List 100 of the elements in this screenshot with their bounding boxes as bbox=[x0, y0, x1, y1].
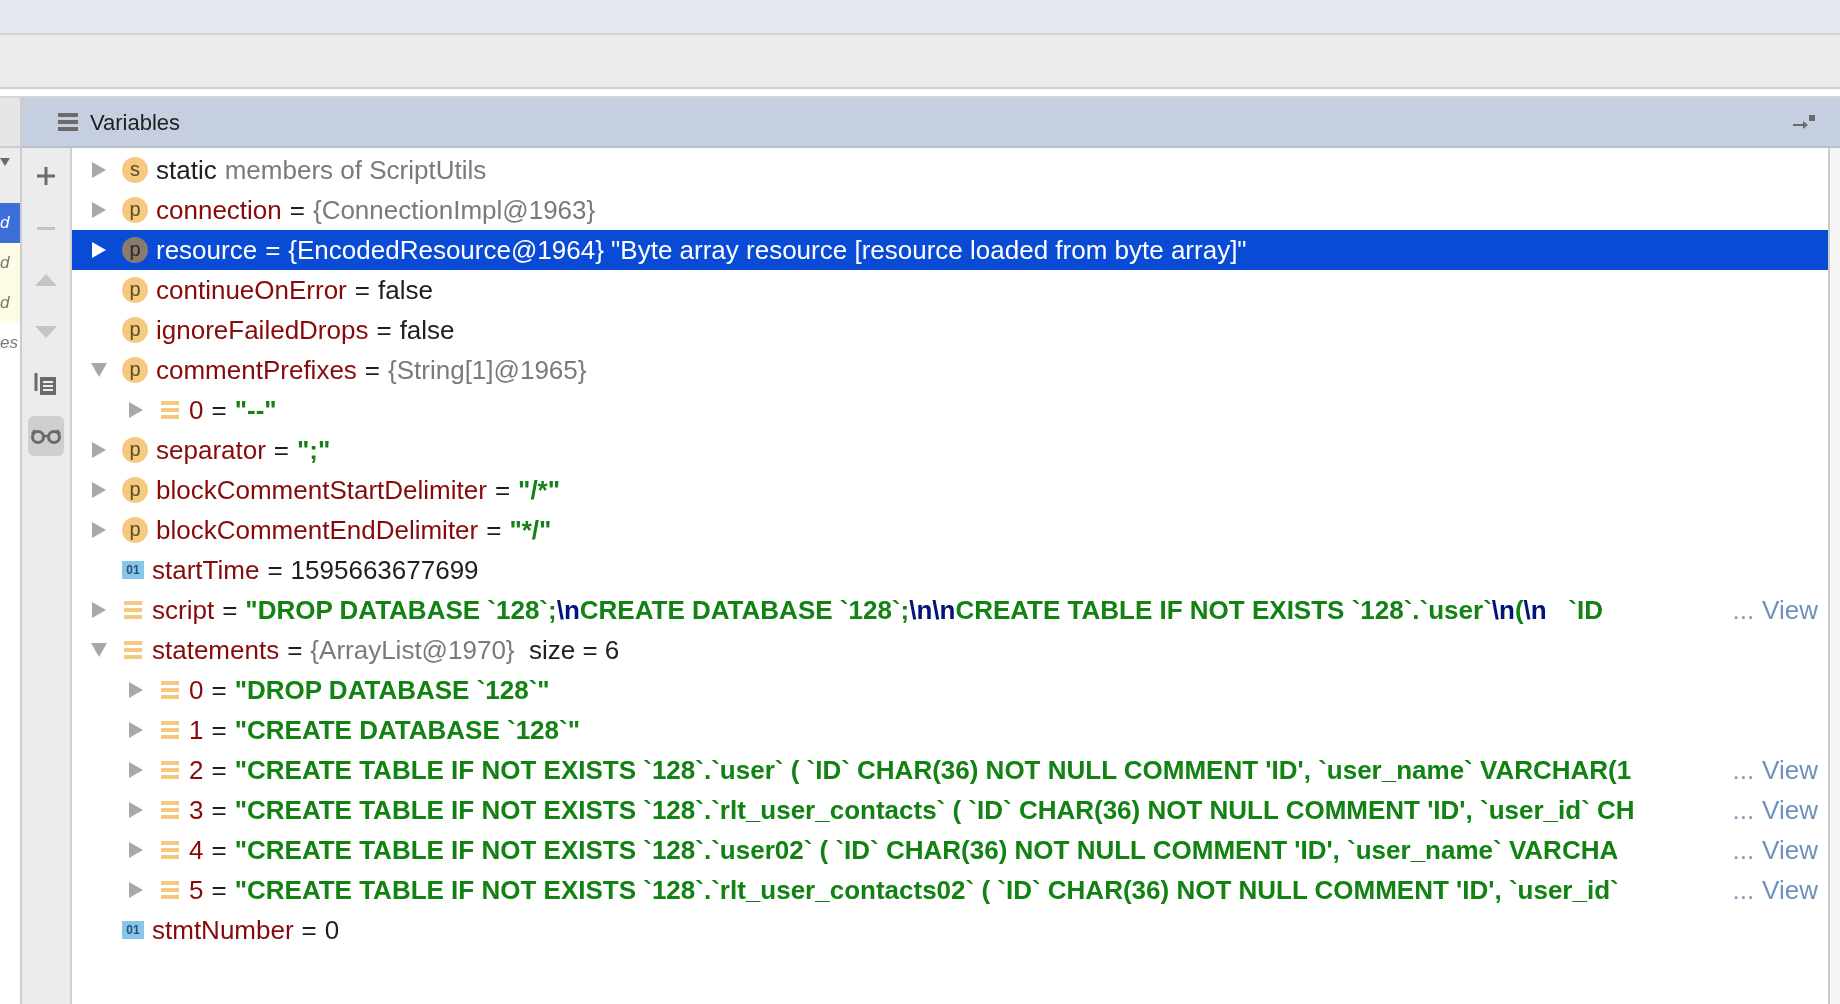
array-icon bbox=[159, 759, 181, 781]
field-icon: p bbox=[122, 237, 148, 263]
variable-row[interactable]: 1 = "CREATE DATABASE `128`" bbox=[72, 710, 1828, 750]
variable-name: blockCommentStartDelimiter bbox=[156, 473, 487, 507]
equals-sign: = bbox=[301, 913, 317, 947]
ellipsis: ... bbox=[1732, 833, 1755, 867]
equals-sign: = bbox=[211, 713, 227, 747]
collapse-arrow-icon[interactable] bbox=[90, 362, 108, 378]
variable-row[interactable]: p separator = ";" bbox=[72, 430, 1828, 470]
equals-sign: = bbox=[211, 873, 227, 907]
array-icon bbox=[159, 719, 181, 741]
expand-arrow-icon[interactable] bbox=[90, 241, 108, 259]
variable-value: false bbox=[377, 273, 433, 307]
glasses-icon bbox=[30, 428, 62, 444]
variable-value: "CREATE TABLE IF NOT EXISTS `128`.`user` ( `ID` CHAR(36) NOT NULL COMMENT 'ID', `user_name` VARCHAR(1 bbox=[234, 753, 1632, 787]
primitive-icon: 01 bbox=[122, 921, 144, 939]
field-icon: p bbox=[122, 357, 148, 383]
equals-sign: = bbox=[265, 233, 281, 267]
list-item[interactable]: d bbox=[0, 203, 20, 243]
ellipsis: ... bbox=[1732, 753, 1755, 787]
list-item[interactable]: es bbox=[0, 323, 20, 363]
variable-row[interactable]: 01 stmtNumber = 0 bbox=[72, 910, 1828, 950]
variable-name: 2 bbox=[189, 753, 204, 787]
variable-row[interactable]: 01 startTime = 1595663677699 bbox=[72, 550, 1828, 590]
variable-row[interactable]: p blockCommentEndDelimiter = "*/" bbox=[72, 510, 1828, 550]
down-icon bbox=[34, 325, 58, 339]
variable-value: {EncodedResource@1964} "Byte array resource [resource loaded from byte array]" bbox=[288, 233, 1247, 267]
variable-row[interactable]: p blockCommentStartDelimiter = "/*" bbox=[72, 470, 1828, 510]
pin-icon[interactable] bbox=[1792, 114, 1816, 130]
field-icon: p bbox=[122, 477, 148, 503]
equals-sign: = bbox=[222, 593, 238, 627]
variable-value: "CREATE TABLE IF NOT EXISTS `128`.`rlt_user_contacts` ( `ID` CHAR(36) NOT NULL COMMENT 'ID', `user_id` CH bbox=[234, 793, 1635, 827]
equals-sign: = bbox=[494, 473, 511, 507]
field-icon: p bbox=[122, 317, 148, 343]
variable-row[interactable]: p resource = {EncodedResource@1964} "Byte array resource [resource loaded from byte array]" bbox=[72, 230, 1828, 270]
variable-value: "DROP DATABASE `128`" bbox=[234, 673, 550, 707]
field-icon: p bbox=[122, 197, 148, 223]
equals-sign: = bbox=[211, 793, 227, 827]
equals-sign: = bbox=[354, 273, 370, 307]
variable-name: 1 bbox=[189, 713, 204, 747]
variable-value: {ConnectionImpl@1963} bbox=[312, 193, 596, 227]
variable-row[interactable]: s static members of ScriptUtils bbox=[72, 150, 1828, 190]
ellipsis: ... bbox=[1732, 873, 1755, 907]
equals-sign: = bbox=[267, 553, 283, 587]
field-icon: p bbox=[122, 277, 148, 303]
list-item[interactable]: d bbox=[0, 243, 20, 283]
variable-value: "CREATE TABLE IF NOT EXISTS `128`.`user02` ( `ID` CHAR(36) NOT NULL COMMENT 'ID', `user_name` VARCHA bbox=[234, 833, 1619, 867]
array-icon bbox=[159, 679, 181, 701]
equals-sign: = bbox=[287, 633, 303, 667]
variable-row[interactable]: p continueOnError = false bbox=[72, 270, 1828, 310]
variable-name: stmtNumber bbox=[152, 913, 294, 947]
equals-sign: = bbox=[376, 313, 392, 347]
remove-icon bbox=[37, 226, 55, 230]
variable-value: "/*" bbox=[518, 473, 561, 507]
equals-sign: = bbox=[211, 753, 227, 787]
variable-row[interactable]: 0 = "DROP DATABASE `128`" bbox=[72, 670, 1828, 710]
variable-name: 0 bbox=[189, 673, 204, 707]
equals-sign: = bbox=[486, 513, 502, 547]
variable-name: continueOnError bbox=[156, 273, 347, 307]
panel-title: Variables bbox=[90, 108, 181, 137]
variable-row[interactable]: statements = {ArrayList@1970} size = 6 bbox=[72, 630, 1828, 670]
equals-sign: = bbox=[211, 833, 227, 867]
variable-name: commentPrefixes bbox=[156, 353, 357, 387]
variable-row[interactable]: p commentPrefixes = {String[1]@1965} bbox=[72, 350, 1828, 390]
variable-name: 4 bbox=[189, 833, 204, 867]
variable-value: members of ScriptUtils bbox=[224, 153, 487, 187]
array-icon bbox=[159, 839, 181, 861]
dropdown-arrow-icon[interactable] bbox=[0, 158, 10, 168]
scrollbar[interactable] bbox=[1828, 148, 1840, 1004]
variable-value: 1595663677699 bbox=[290, 553, 479, 587]
variable-name: blockCommentEndDelimiter bbox=[156, 513, 479, 547]
variable-value: 0 bbox=[324, 913, 340, 947]
variable-row[interactable]: 0 = "--" bbox=[72, 390, 1828, 430]
variable-row[interactable]: p ignoreFailedDrops = false bbox=[72, 310, 1828, 350]
array-icon bbox=[159, 879, 181, 901]
array-icon bbox=[122, 599, 144, 621]
variable-name: resource bbox=[156, 233, 258, 267]
variable-name: 0 bbox=[189, 393, 204, 427]
equals-sign: = bbox=[211, 393, 227, 427]
equals-sign: = bbox=[273, 433, 290, 467]
variable-value: "CREATE DATABASE `128`" bbox=[234, 713, 580, 747]
copy-icon bbox=[34, 371, 58, 397]
primitive-icon: 01 bbox=[122, 561, 144, 579]
list-item[interactable]: d bbox=[0, 283, 20, 323]
variable-name: connection bbox=[156, 193, 282, 227]
glasses-button[interactable] bbox=[28, 416, 64, 456]
variable-value: {ArrayList@1970} size = 6 bbox=[310, 633, 620, 667]
variable-name: ignoreFailedDrops bbox=[156, 313, 369, 347]
ellipsis: ... bbox=[1732, 793, 1755, 827]
collapse-arrow-icon[interactable] bbox=[90, 642, 108, 658]
field-icon: p bbox=[122, 517, 148, 543]
array-icon bbox=[159, 399, 181, 421]
ellipsis: ... bbox=[1732, 593, 1755, 627]
variable-name: separator bbox=[156, 433, 266, 467]
field-icon: s bbox=[122, 157, 148, 183]
variable-value: "--" bbox=[234, 393, 277, 427]
add-icon bbox=[35, 165, 57, 187]
variable-value: false bbox=[399, 313, 455, 347]
variable-row[interactable]: p connection = {ConnectionImpl@1963} bbox=[72, 190, 1828, 230]
variable-name: statements bbox=[152, 633, 280, 667]
